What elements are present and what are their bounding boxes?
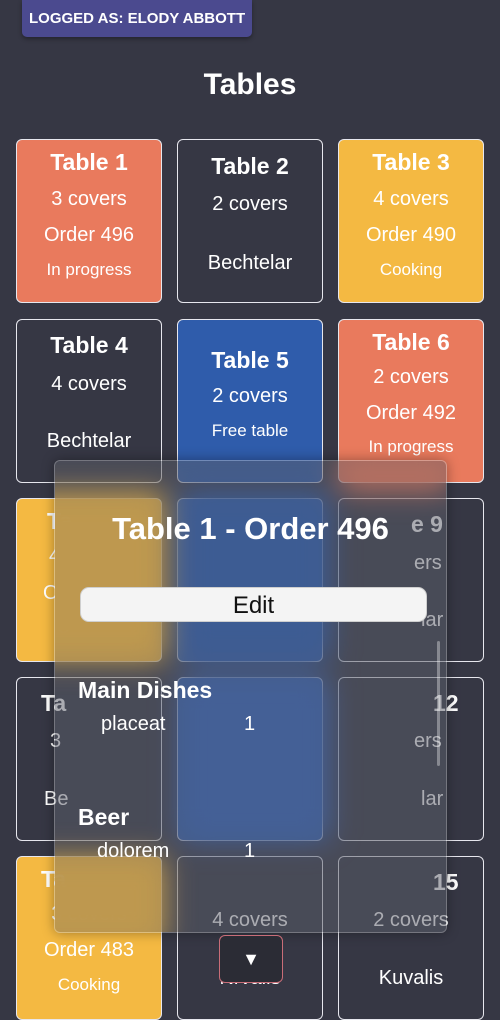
table-tile-3[interactable]: Table 3 4 covers Order 490 Cooking (338, 139, 484, 303)
table-status: In progress (368, 437, 454, 456)
table-waiter: Bechtelar (46, 430, 132, 452)
app-root: LOGGED AS: ELODY ABBOTT Tables Table 1 3… (0, 0, 500, 1020)
popup-title: Table 1 - Order 496 (112, 511, 389, 546)
category-heading: Beer (78, 804, 130, 830)
popup-scrollbar[interactable] (437, 641, 440, 766)
order-item-qty: 1 (244, 713, 256, 735)
table-tile-2[interactable]: Table 2 2 covers Bechtelar (177, 139, 323, 303)
table-name: Table 1 (50, 149, 128, 175)
table-covers: 3 covers (51, 188, 127, 210)
page-title: Tables (203, 68, 297, 101)
table-covers: 4 covers (373, 188, 449, 210)
table-tile-6[interactable]: Table 6 2 covers Order 492 In progress (338, 319, 484, 483)
table-waiter: Bechtelar (207, 252, 293, 274)
table-tile-1[interactable]: Table 1 3 covers Order 496 In progress (16, 139, 162, 303)
table-name: Table 2 (211, 153, 289, 179)
table-covers: 2 covers (212, 193, 288, 215)
table-order: Order 483 (43, 939, 135, 961)
table-tile-4[interactable]: Table 4 4 covers Bechtelar (16, 319, 162, 483)
order-item-name: placeat (101, 713, 166, 735)
chevron-down-icon: ▼ (242, 949, 260, 969)
table-name: Table 5 (211, 347, 289, 373)
order-popup: Table 1 - Order 496 Edit Main Dishes pla… (54, 460, 447, 933)
table-order: Order 496 (43, 224, 135, 246)
collapse-toggle-button[interactable]: ▼ (219, 935, 283, 983)
table-status: Cooking (57, 975, 121, 994)
table-covers: 4 covers (51, 373, 127, 395)
category-heading: Main Dishes (78, 677, 213, 703)
table-covers: 2 covers (212, 385, 288, 407)
table-waiter: Kuvalis (378, 967, 444, 989)
table-name: Table 4 (50, 332, 128, 358)
table-order: Order 492 (365, 402, 457, 424)
table-status: Cooking (379, 260, 443, 279)
table-order: Order 490 (365, 224, 457, 246)
table-status: In progress (46, 260, 132, 279)
table-tile-5[interactable]: Table 5 2 covers Free table (177, 319, 323, 483)
order-item-name: dolorem (97, 840, 170, 862)
logged-user-badge: LOGGED AS: ELODY ABBOTT (22, 0, 253, 37)
table-name: Table 3 (372, 149, 450, 175)
table-covers: 2 covers (373, 366, 449, 388)
table-name: Table 6 (372, 329, 450, 355)
edit-order-button[interactable]: Edit (80, 587, 427, 622)
order-item-qty: 1 (244, 840, 256, 862)
table-status: Free table (211, 421, 289, 440)
